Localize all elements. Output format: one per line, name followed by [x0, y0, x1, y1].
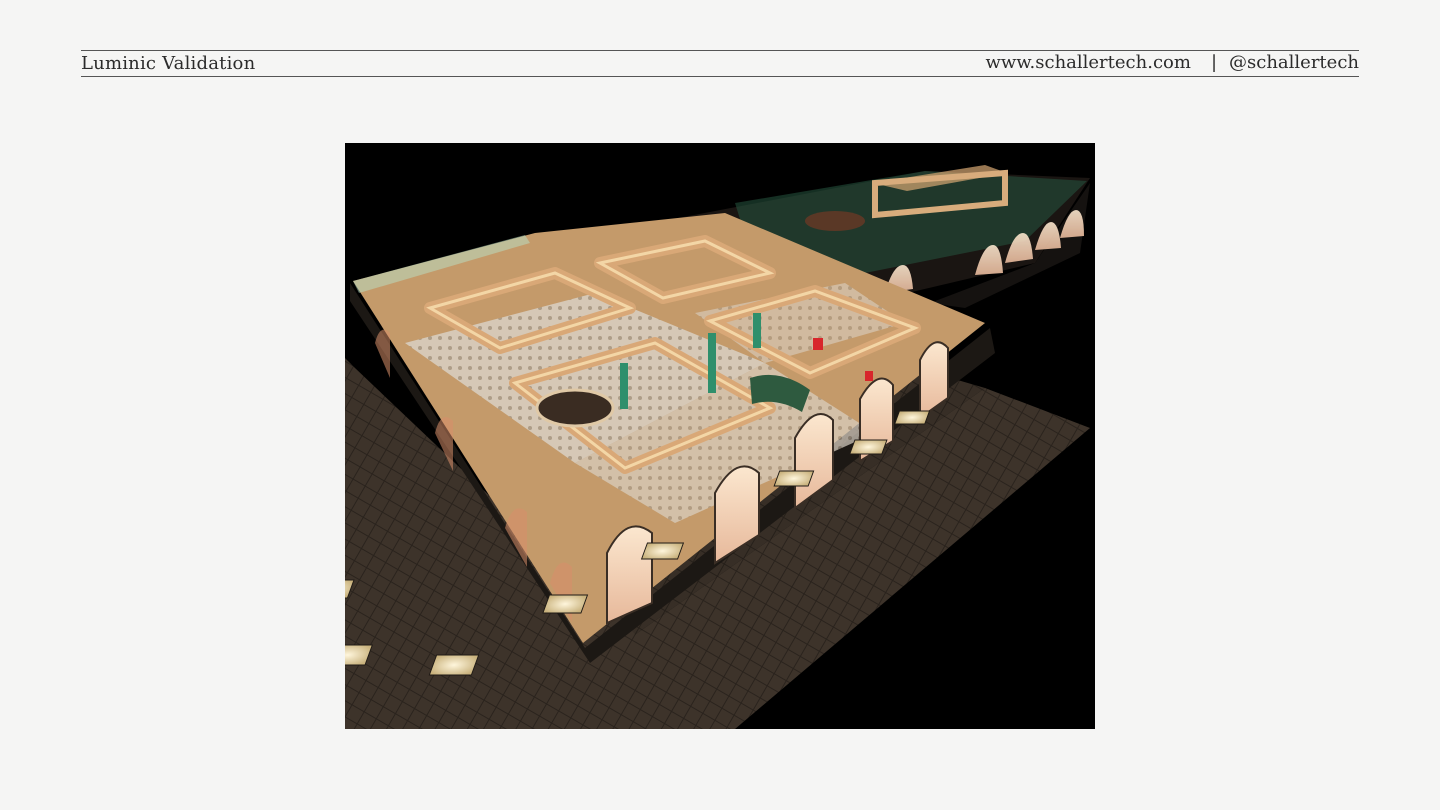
architectural-render-image: [345, 143, 1095, 729]
page-title: Luminic Validation: [81, 53, 256, 74]
social-handle-link[interactable]: @schallertech: [1229, 52, 1359, 73]
header-separator: |: [1210, 52, 1218, 73]
website-link[interactable]: www.schallertech.com: [985, 52, 1191, 73]
header-links: www.schallertech.com | @schallertech: [985, 52, 1359, 73]
page-header: Luminic Validation www.schallertech.com …: [81, 50, 1359, 77]
render-illustration: [345, 165, 1090, 729]
